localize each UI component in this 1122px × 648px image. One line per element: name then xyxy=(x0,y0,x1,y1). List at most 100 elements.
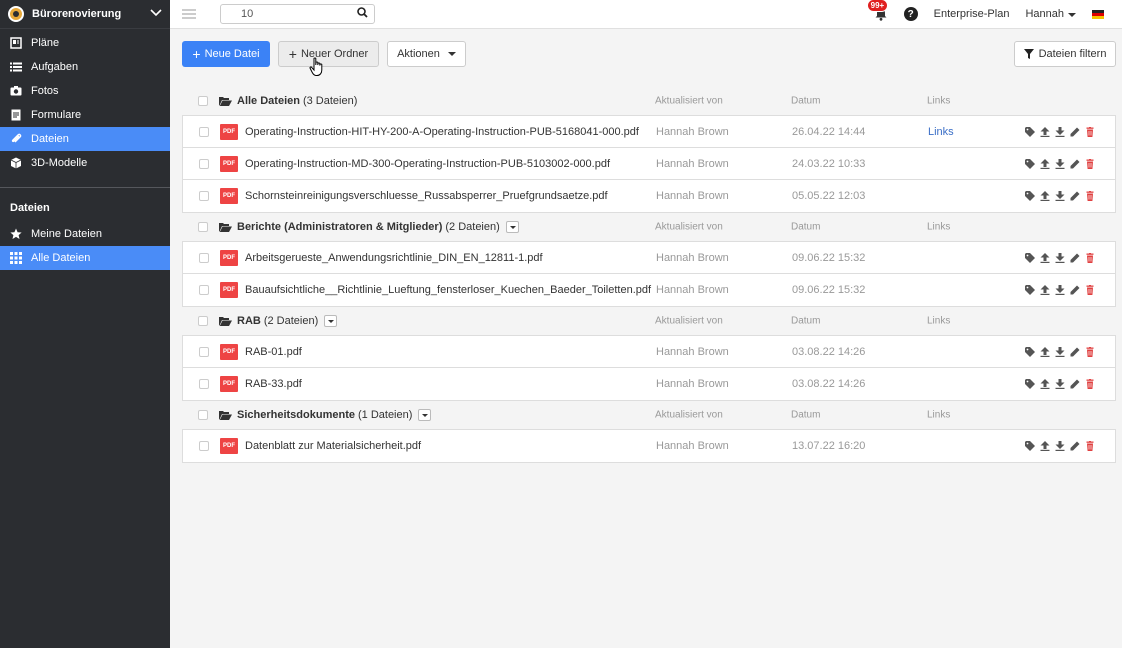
edit-icon[interactable] xyxy=(1070,441,1080,451)
row-checkbox[interactable] xyxy=(199,252,209,263)
tag-icon[interactable] xyxy=(1025,285,1035,295)
table-row[interactable]: PDF Schornsteinreinigungsverschluesse_Rus… xyxy=(183,180,1115,212)
group-name: Berichte (Administratoren & Mitglieder) xyxy=(237,221,443,233)
download-icon[interactable] xyxy=(1055,346,1065,357)
file-name[interactable]: Datenblatt zur Materialsicherheit.pdf xyxy=(245,440,421,452)
tag-icon[interactable] xyxy=(1025,158,1035,169)
group-checkbox[interactable] xyxy=(198,96,208,106)
delete-icon[interactable] xyxy=(1085,191,1095,201)
menu-icon[interactable] xyxy=(182,7,196,21)
row-checkbox[interactable] xyxy=(199,346,209,357)
table-row[interactable]: PDF Datenblatt zur Materialsicherheit.pdf… xyxy=(183,430,1115,462)
download-icon[interactable] xyxy=(1055,285,1065,295)
sidebar-item-pl-ne[interactable]: Pläne xyxy=(0,31,170,55)
new-file-button[interactable]: + Neue Datei xyxy=(182,41,270,67)
download-icon[interactable] xyxy=(1055,158,1065,169)
upload-icon[interactable] xyxy=(1040,191,1050,201)
upload-icon[interactable] xyxy=(1040,126,1050,137)
file-name[interactable]: Schornsteinreinigungsverschluesse_Russab… xyxy=(245,190,608,202)
file-name[interactable]: RAB-01.pdf xyxy=(245,346,302,358)
table-row[interactable]: PDF RAB-33.pdf Hannah Brown 03.08.22 14:26 xyxy=(183,368,1115,400)
file-name[interactable]: RAB-33.pdf xyxy=(245,378,302,390)
table-row[interactable]: PDF Operating-Instruction-MD-300-Operatin… xyxy=(183,148,1115,180)
group-dropdown-button[interactable] xyxy=(418,409,432,421)
group-dropdown-button[interactable] xyxy=(324,315,338,327)
tag-icon[interactable] xyxy=(1025,379,1035,389)
edit-icon[interactable] xyxy=(1070,127,1080,137)
upload-icon[interactable] xyxy=(1040,441,1050,451)
sidebar-item-dateien[interactable]: Dateien xyxy=(0,127,170,151)
group-dropdown-button[interactable] xyxy=(505,221,519,233)
upload-icon[interactable] xyxy=(1040,379,1050,389)
download-icon[interactable] xyxy=(1055,441,1065,451)
file-name[interactable]: Operating-Instruction-HIT-HY-200-A-Opera… xyxy=(245,126,639,138)
table-row[interactable]: PDF Bauaufsichtliche__Richtlinie_Lueftung… xyxy=(183,274,1115,306)
help-icon[interactable]: ? xyxy=(903,7,918,21)
group-title[interactable]: Berichte (Administratoren & Mitglieder)(… xyxy=(237,221,519,233)
table-row[interactable]: PDF RAB-01.pdf Hannah Brown 03.08.22 14:26 xyxy=(183,336,1115,368)
project-switcher[interactable]: Bürorenovierung xyxy=(0,0,170,29)
group-checkbox[interactable] xyxy=(198,316,208,326)
tag-icon[interactable] xyxy=(1025,126,1035,137)
delete-icon[interactable] xyxy=(1085,158,1095,169)
row-checkbox[interactable] xyxy=(199,441,209,451)
download-icon[interactable] xyxy=(1055,379,1065,389)
filter-files-button[interactable]: Dateien filtern xyxy=(1014,41,1116,67)
chevron-down-icon[interactable] xyxy=(150,8,162,20)
download-icon[interactable] xyxy=(1055,126,1065,137)
tag-icon[interactable] xyxy=(1025,252,1035,263)
group-title[interactable]: RAB (2 Dateien) xyxy=(237,315,338,327)
row-checkbox[interactable] xyxy=(199,379,209,389)
delete-icon[interactable] xyxy=(1085,379,1095,389)
delete-icon[interactable] xyxy=(1085,285,1095,295)
upload-icon[interactable] xyxy=(1040,346,1050,357)
delete-icon[interactable] xyxy=(1085,252,1095,263)
edit-icon[interactable] xyxy=(1070,347,1080,357)
sidebar-item-alle-dateien[interactable]: Alle Dateien xyxy=(0,246,170,270)
table-row[interactable]: PDF Arbeitsgerueste_Anwendungsrichtlinie_… xyxy=(183,242,1115,274)
tag-icon[interactable] xyxy=(1025,441,1035,451)
file-name[interactable]: Bauaufsichtliche__Richtlinie_Lueftung_fe… xyxy=(245,284,651,296)
edit-icon[interactable] xyxy=(1070,191,1080,201)
sidebar-item-meine-dateien[interactable]: Meine Dateien xyxy=(0,222,170,246)
group-title[interactable]: Sicherheitsdokumente (1 Dateien) xyxy=(237,409,432,421)
group-checkbox[interactable] xyxy=(198,222,208,232)
edit-icon[interactable] xyxy=(1070,285,1080,295)
plan-link[interactable]: Enterprise-Plan xyxy=(934,8,1010,20)
tag-icon[interactable] xyxy=(1025,346,1035,357)
search-input[interactable]: 10 xyxy=(220,4,375,24)
sidebar-item-fotos[interactable]: Fotos xyxy=(0,79,170,103)
actions-dropdown[interactable]: Aktionen xyxy=(387,41,466,67)
download-icon[interactable] xyxy=(1055,252,1065,263)
delete-icon[interactable] xyxy=(1085,441,1095,451)
group-title[interactable]: Alle Dateien (3 Dateien) xyxy=(237,95,357,107)
file-name[interactable]: Arbeitsgerueste_Anwendungsrichtlinie_DIN… xyxy=(245,252,543,264)
delete-icon[interactable] xyxy=(1085,126,1095,137)
upload-icon[interactable] xyxy=(1040,285,1050,295)
new-folder-button[interactable]: + Neuer Ordner xyxy=(278,41,379,67)
sidebar-item-aufgaben[interactable]: Aufgaben xyxy=(0,55,170,79)
delete-icon[interactable] xyxy=(1085,346,1095,357)
group-checkbox[interactable] xyxy=(198,410,208,420)
table-row[interactable]: PDF Operating-Instruction-HIT-HY-200-A-Op… xyxy=(183,116,1115,148)
edit-icon[interactable] xyxy=(1070,253,1080,263)
row-checkbox[interactable] xyxy=(199,191,209,201)
upload-icon[interactable] xyxy=(1040,158,1050,169)
upload-icon[interactable] xyxy=(1040,252,1050,263)
edit-icon[interactable] xyxy=(1070,379,1080,389)
links-link[interactable]: Links xyxy=(928,126,954,138)
file-name[interactable]: Operating-Instruction-MD-300-Operating-I… xyxy=(245,158,610,170)
language-flag-icon[interactable] xyxy=(1092,9,1104,19)
row-checkbox[interactable] xyxy=(199,126,209,137)
edit-icon[interactable] xyxy=(1070,159,1080,169)
search-icon[interactable] xyxy=(357,7,368,21)
sidebar-item-3d-modelle[interactable]: 3D-Modelle xyxy=(0,151,170,175)
tag-icon[interactable] xyxy=(1025,191,1035,201)
sidebar-item-formulare[interactable]: Formulare xyxy=(0,103,170,127)
row-checkbox[interactable] xyxy=(199,285,209,295)
notifications-button[interactable]: 99+ xyxy=(866,0,889,21)
user-menu[interactable]: Hannah xyxy=(1025,8,1076,20)
row-checkbox[interactable] xyxy=(199,158,209,169)
cube-icon xyxy=(10,157,22,169)
download-icon[interactable] xyxy=(1055,191,1065,201)
